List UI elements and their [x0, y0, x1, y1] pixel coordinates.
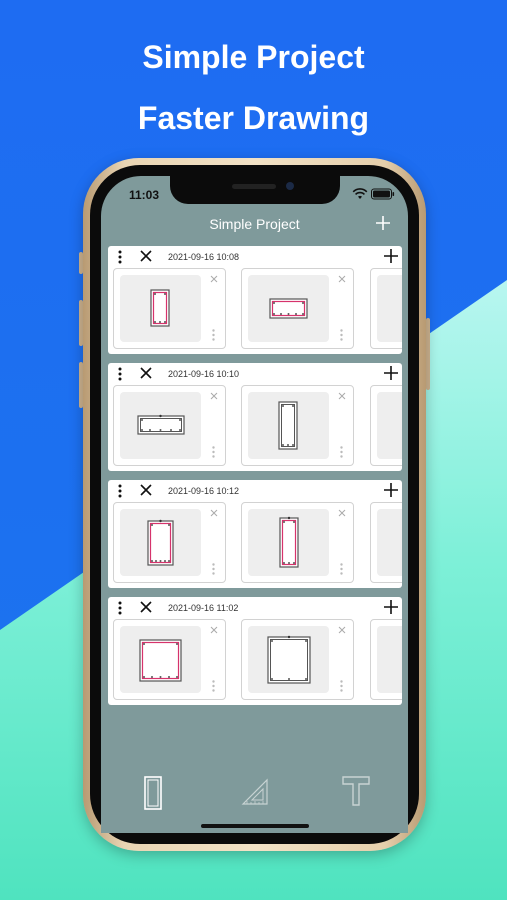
add-drawing-icon[interactable] — [383, 482, 399, 498]
drawing-tile[interactable] — [113, 502, 226, 583]
add-drawing-icon[interactable] — [383, 365, 399, 381]
home-indicator[interactable] — [201, 824, 309, 828]
status-time: 11:03 — [129, 188, 160, 202]
delete-drawing-icon[interactable] — [338, 275, 346, 283]
phone-power-button — [426, 318, 430, 390]
front-camera — [286, 182, 294, 190]
delete-project-icon[interactable] — [139, 483, 153, 497]
project-card[interactable]: 2021-09-16 10:08 — [108, 246, 402, 354]
drawing-preview — [120, 275, 201, 342]
drawing-more-icon[interactable] — [212, 680, 215, 692]
project-date: 2021-09-16 10:12 — [168, 486, 240, 496]
drawing-more-icon[interactable] — [340, 329, 343, 341]
delete-drawing-icon[interactable] — [210, 275, 218, 283]
project-date: 2021-09-16 10:10 — [168, 369, 240, 379]
column-section-icon[interactable] — [144, 776, 162, 810]
drawing-preview — [377, 275, 402, 342]
add-drawing-icon[interactable] — [383, 599, 399, 615]
delete-project-icon[interactable] — [139, 249, 153, 263]
drawing-preview — [377, 392, 402, 459]
t-beam-icon[interactable] — [342, 776, 370, 806]
drawing-tile-partial[interactable] — [370, 385, 402, 466]
project-card[interactable]: 2021-09-16 10:10 — [108, 363, 402, 471]
wifi-icon — [352, 188, 368, 199]
delete-drawing-icon[interactable] — [210, 509, 218, 517]
add-drawing-icon[interactable] — [383, 248, 399, 264]
column-section-drawing — [267, 635, 311, 684]
drawing-preview — [120, 392, 201, 459]
drawing-preview — [248, 392, 329, 459]
drawing-tile-partial[interactable] — [370, 268, 402, 349]
drawing-more-icon[interactable] — [212, 446, 215, 458]
drawing-tile[interactable] — [241, 502, 354, 583]
drawing-tile-partial[interactable] — [370, 619, 402, 700]
beam-section-drawing — [269, 298, 308, 319]
delete-drawing-icon[interactable] — [338, 626, 346, 634]
column-section-drawing — [147, 519, 174, 566]
delete-drawing-icon[interactable] — [210, 626, 218, 634]
drawing-preview — [377, 626, 402, 693]
battery-icon — [371, 188, 395, 200]
delete-drawing-icon[interactable] — [338, 509, 346, 517]
headline-faster-drawing: Faster Drawing — [137, 100, 370, 136]
drawing-preview — [248, 275, 329, 342]
more-vertical-icon[interactable] — [118, 250, 122, 264]
drawing-tile[interactable] — [241, 268, 354, 349]
drawing-tile[interactable] — [241, 619, 354, 700]
delete-drawing-icon[interactable] — [210, 392, 218, 400]
delete-project-icon[interactable] — [139, 366, 153, 380]
drawing-tile[interactable] — [241, 385, 354, 466]
project-card[interactable]: 2021-09-16 10:12 — [108, 480, 402, 588]
drawing-tile[interactable] — [113, 619, 226, 700]
more-vertical-icon[interactable] — [118, 367, 122, 381]
drawing-tile[interactable] — [113, 268, 226, 349]
set-square-icon[interactable] — [241, 778, 269, 806]
project-date: 2021-09-16 11:02 — [168, 603, 239, 613]
drawing-more-icon[interactable] — [340, 563, 343, 575]
delete-project-icon[interactable] — [139, 600, 153, 614]
drawing-more-icon[interactable] — [340, 680, 343, 692]
project-card[interactable]: 2021-09-16 11:02 — [108, 597, 402, 705]
drawing-more-icon[interactable] — [340, 446, 343, 458]
drawing-tile[interactable] — [113, 385, 226, 466]
add-project-icon[interactable] — [374, 214, 392, 232]
beam-section-drawing — [137, 414, 185, 435]
drawing-preview — [120, 509, 201, 576]
drawing-preview — [248, 509, 329, 576]
more-vertical-icon[interactable] — [118, 484, 122, 498]
nav-title: Simple Project — [209, 216, 300, 232]
project-date: 2021-09-16 10:08 — [168, 252, 240, 262]
drawing-preview — [120, 626, 201, 693]
drawing-more-icon[interactable] — [212, 329, 215, 341]
drawing-more-icon[interactable] — [212, 563, 215, 575]
column-section-drawing — [278, 401, 298, 450]
column-section-drawing — [139, 639, 182, 682]
drawing-preview — [377, 509, 402, 576]
column-section-drawing — [279, 516, 299, 568]
drawing-preview — [248, 626, 329, 693]
more-vertical-icon[interactable] — [118, 601, 122, 615]
delete-drawing-icon[interactable] — [338, 392, 346, 400]
speaker-grille — [232, 184, 276, 189]
column-section-drawing — [150, 289, 170, 327]
drawing-tile-partial[interactable] — [370, 502, 402, 583]
phone-notch — [170, 176, 340, 204]
headline-simple-project: Simple Project — [142, 39, 365, 75]
